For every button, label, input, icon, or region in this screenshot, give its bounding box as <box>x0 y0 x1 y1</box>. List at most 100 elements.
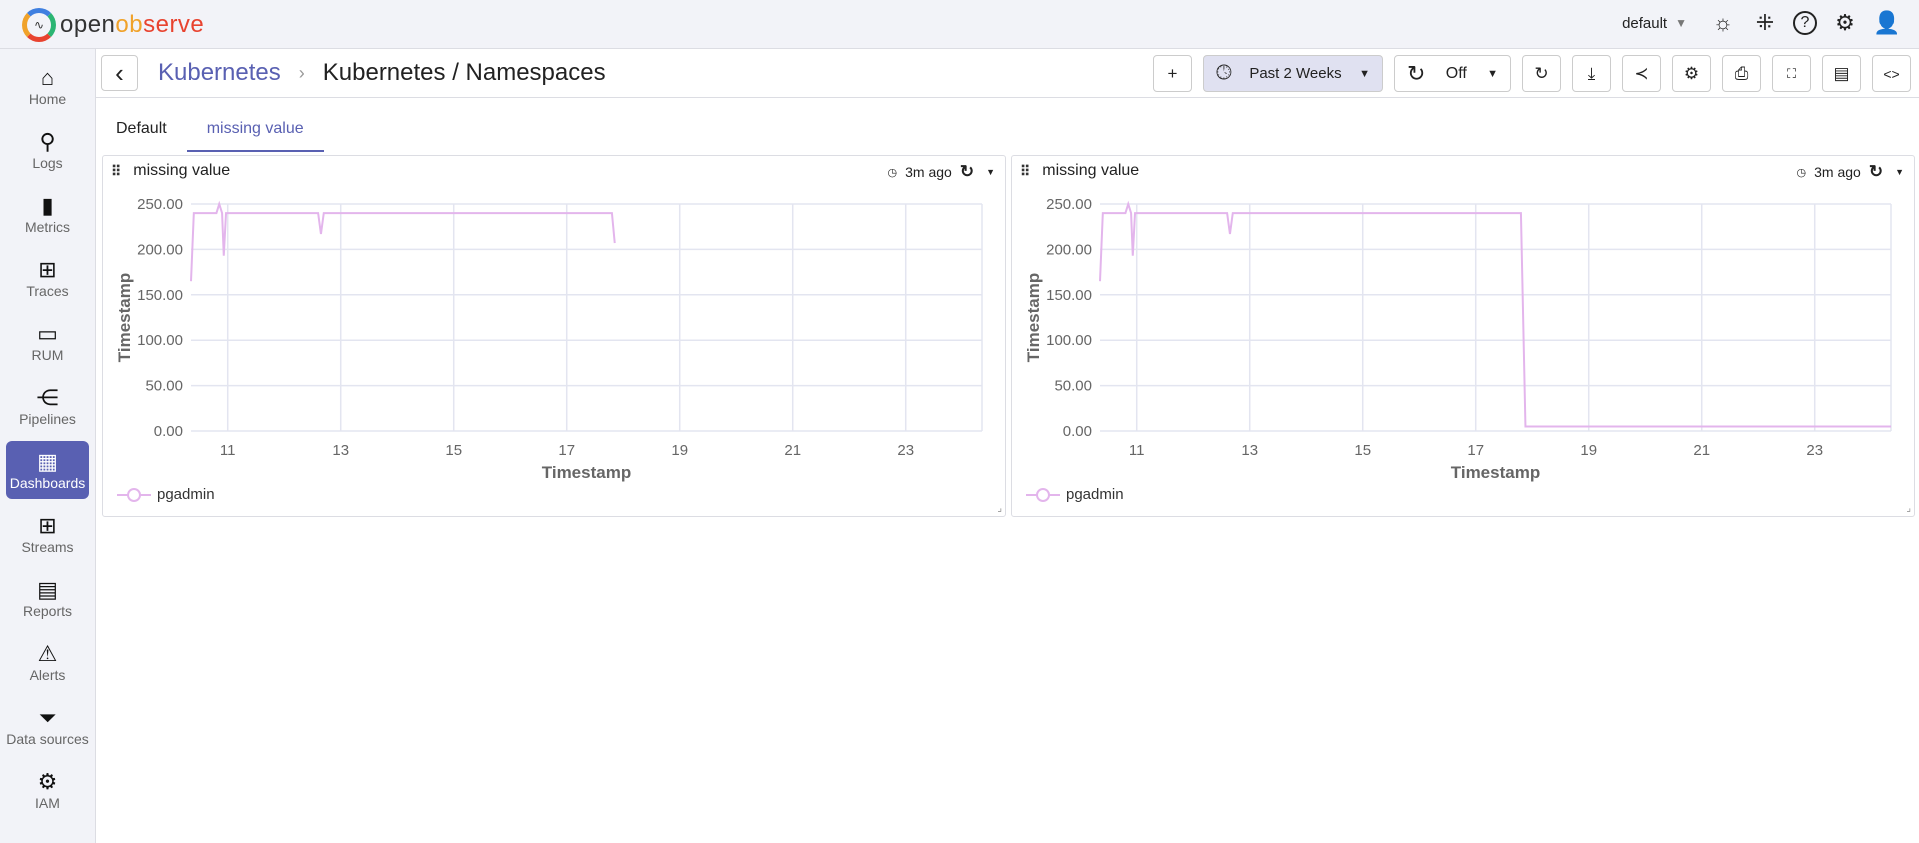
sidebar-item-rum[interactable]: ▭ RUM <box>6 313 89 371</box>
y-tick-label: 50.00 <box>1054 378 1092 395</box>
iam-icon: ⚙ <box>37 768 58 794</box>
x-tick-label: 15 <box>445 442 462 459</box>
x-tick-label: 13 <box>332 442 349 459</box>
page-title: Kubernetes / Namespaces <box>322 59 606 86</box>
y-tick-label: 250.00 <box>137 196 183 213</box>
refresh-icon[interactable]: ↻ <box>960 162 974 182</box>
sidebar-item-label: Reports <box>22 602 73 619</box>
panel-menu-icon[interactable]: ▼ <box>986 167 995 177</box>
org-selector[interactable]: default ▼ <box>1622 15 1687 32</box>
sidebar-item-iam[interactable]: ⚙ IAM <box>6 761 89 819</box>
sidebar-item-dashboards[interactable]: ▦ Dashboards <box>6 441 89 499</box>
panel-menu-icon[interactable]: ▼ <box>1895 167 1904 177</box>
time-range-picker[interactable]: 🕓︎ Past 2 Weeks ▼ <box>1203 55 1383 92</box>
user-icon[interactable]: 👤 <box>1873 9 1901 37</box>
gear-icon: ⚙ <box>1683 63 1700 83</box>
metrics-icon: ▮ <box>41 192 54 218</box>
logo-text: open <box>60 11 116 38</box>
sidebar-item-reports[interactable]: ▤ Reports <box>6 569 89 627</box>
settings-icon[interactable]: ⚙ <box>1831 9 1859 37</box>
pipelines-icon: ⋲ <box>36 384 59 410</box>
share-icon: ≺ <box>1634 63 1649 83</box>
sidebar-item-metrics[interactable]: ▮ Metrics <box>6 185 89 243</box>
tab-default[interactable]: Default <box>96 116 187 152</box>
y-axis-title: Timestamp <box>115 273 134 362</box>
series-line-pgadmin <box>1099 200 1891 428</box>
document-icon: ▤ <box>1833 63 1850 83</box>
sidebar-item-label: Logs <box>32 154 63 171</box>
refresh-icon[interactable]: ↻ <box>1869 162 1883 182</box>
caret-down-icon: ▼ <box>1675 16 1687 30</box>
sidebar-item-traces[interactable]: ⊞ Traces <box>6 249 89 307</box>
clock-icon: 🕓︎ <box>1216 62 1232 84</box>
code-icon: <> <box>1883 65 1900 82</box>
reports-icon: ▤ <box>37 576 58 602</box>
caret-down-icon: ▼ <box>1487 67 1498 80</box>
fullscreen-button[interactable]: ⛶ <box>1772 55 1811 92</box>
download-button[interactable]: ⤓ <box>1572 55 1611 92</box>
rum-icon: ▭ <box>37 320 58 346</box>
logs-icon: ⚲ <box>39 128 56 154</box>
x-axis-title: Timestamp <box>542 463 631 482</box>
alerts-icon: ⚠ <box>37 640 58 666</box>
sun-icon[interactable]: ☼ <box>1709 9 1737 37</box>
org-label: default <box>1622 14 1668 32</box>
x-tick-label: 21 <box>784 442 801 459</box>
sidebar-item-streams[interactable]: ⊞ Streams <box>6 505 89 563</box>
share-button[interactable]: ≺ <box>1622 55 1661 92</box>
top-bar: ∿ openobserve default ▼ ☼ ⁜ ? ⚙ 👤 <box>0 0 1919 49</box>
legend-label: pgadmin <box>157 486 215 503</box>
drag-handle-icon[interactable]: ⠿ <box>111 163 121 180</box>
sidebar-item-pipelines[interactable]: ⋲ Pipelines <box>6 377 89 435</box>
back-button[interactable]: ‹ <box>101 55 138 91</box>
y-tick-label: 200.00 <box>1046 241 1092 258</box>
logo-icon: ∿ <box>22 8 56 42</box>
sidebar-item-alerts[interactable]: ⚠ Alerts <box>6 633 89 691</box>
sidebar-item-label: Metrics <box>24 218 71 235</box>
variables-button[interactable]: ▤ <box>1822 55 1861 92</box>
add-panel-button[interactable]: + <box>1153 55 1192 92</box>
breadcrumb-parent[interactable]: Kubernetes <box>158 59 281 87</box>
help-icon[interactable]: ? <box>1793 11 1817 35</box>
refresh-button[interactable]: ↻ <box>1522 55 1561 92</box>
settings-button[interactable]: ⚙ <box>1672 55 1711 92</box>
logo-text: ob <box>115 11 144 38</box>
legend-item[interactable]: pgadmin <box>117 486 215 503</box>
resize-handle-icon[interactable]: ⌟ <box>1906 503 1911 514</box>
y-tick-label: 150.00 <box>137 287 183 304</box>
sidebar-item-data-sources[interactable]: ⏷ Data sources <box>6 697 89 755</box>
print-button[interactable]: ⎙ <box>1722 55 1761 92</box>
x-tick-label: 21 <box>1693 442 1710 459</box>
clock-icon: ◷ <box>1796 166 1807 179</box>
sidebar-item-home[interactable]: ⌂ Home <box>6 57 89 115</box>
sidebar-item-label: Streams <box>21 538 74 555</box>
traces-icon: ⊞ <box>38 256 57 282</box>
legend-marker-icon <box>1026 487 1060 502</box>
y-tick-label: 200.00 <box>137 241 183 258</box>
y-tick-label: 0.00 <box>154 423 183 440</box>
json-button[interactable]: <> <box>1872 55 1911 92</box>
sidebar-item-logs[interactable]: ⚲ Logs <box>6 121 89 179</box>
breadcrumb: Kubernetes › Kubernetes / Namespaces <box>158 59 606 87</box>
logo[interactable]: ∿ openobserve <box>22 8 204 42</box>
sidebar-item-label: Home <box>28 90 67 107</box>
auto-refresh-selector[interactable]: ↻ Off ▼ <box>1394 55 1511 92</box>
tab-missing-value[interactable]: missing value <box>186 116 324 152</box>
x-tick-label: 23 <box>897 442 914 459</box>
series-line-pgadmin <box>190 200 616 282</box>
sidebar-item-label: Dashboards <box>9 474 86 491</box>
y-tick-label: 100.00 <box>1046 332 1092 349</box>
streams-icon: ⊞ <box>38 512 57 538</box>
y-axis-title: Timestamp <box>1024 273 1043 362</box>
resize-handle-icon[interactable]: ⌟ <box>997 503 1002 514</box>
drag-handle-icon[interactable]: ⠿ <box>1020 163 1030 180</box>
line-chart: 0.00 50.00 100.00 150.00 200.00 250.00 11 13 15 1… <box>115 196 983 482</box>
x-tick-label: 15 <box>1354 442 1371 459</box>
legend-item[interactable]: pgadmin <box>1026 486 1124 503</box>
logo-text: serve <box>143 11 205 38</box>
plus-icon: + <box>1167 63 1178 83</box>
sidebar-item-label: Alerts <box>29 666 66 683</box>
line-chart: 0.00 50.00 100.00 150.00 200.00 250.00 11 13 15 1… <box>1024 196 1892 482</box>
y-tick-label: 150.00 <box>1046 287 1092 304</box>
slack-icon[interactable]: ⁜ <box>1751 9 1779 37</box>
